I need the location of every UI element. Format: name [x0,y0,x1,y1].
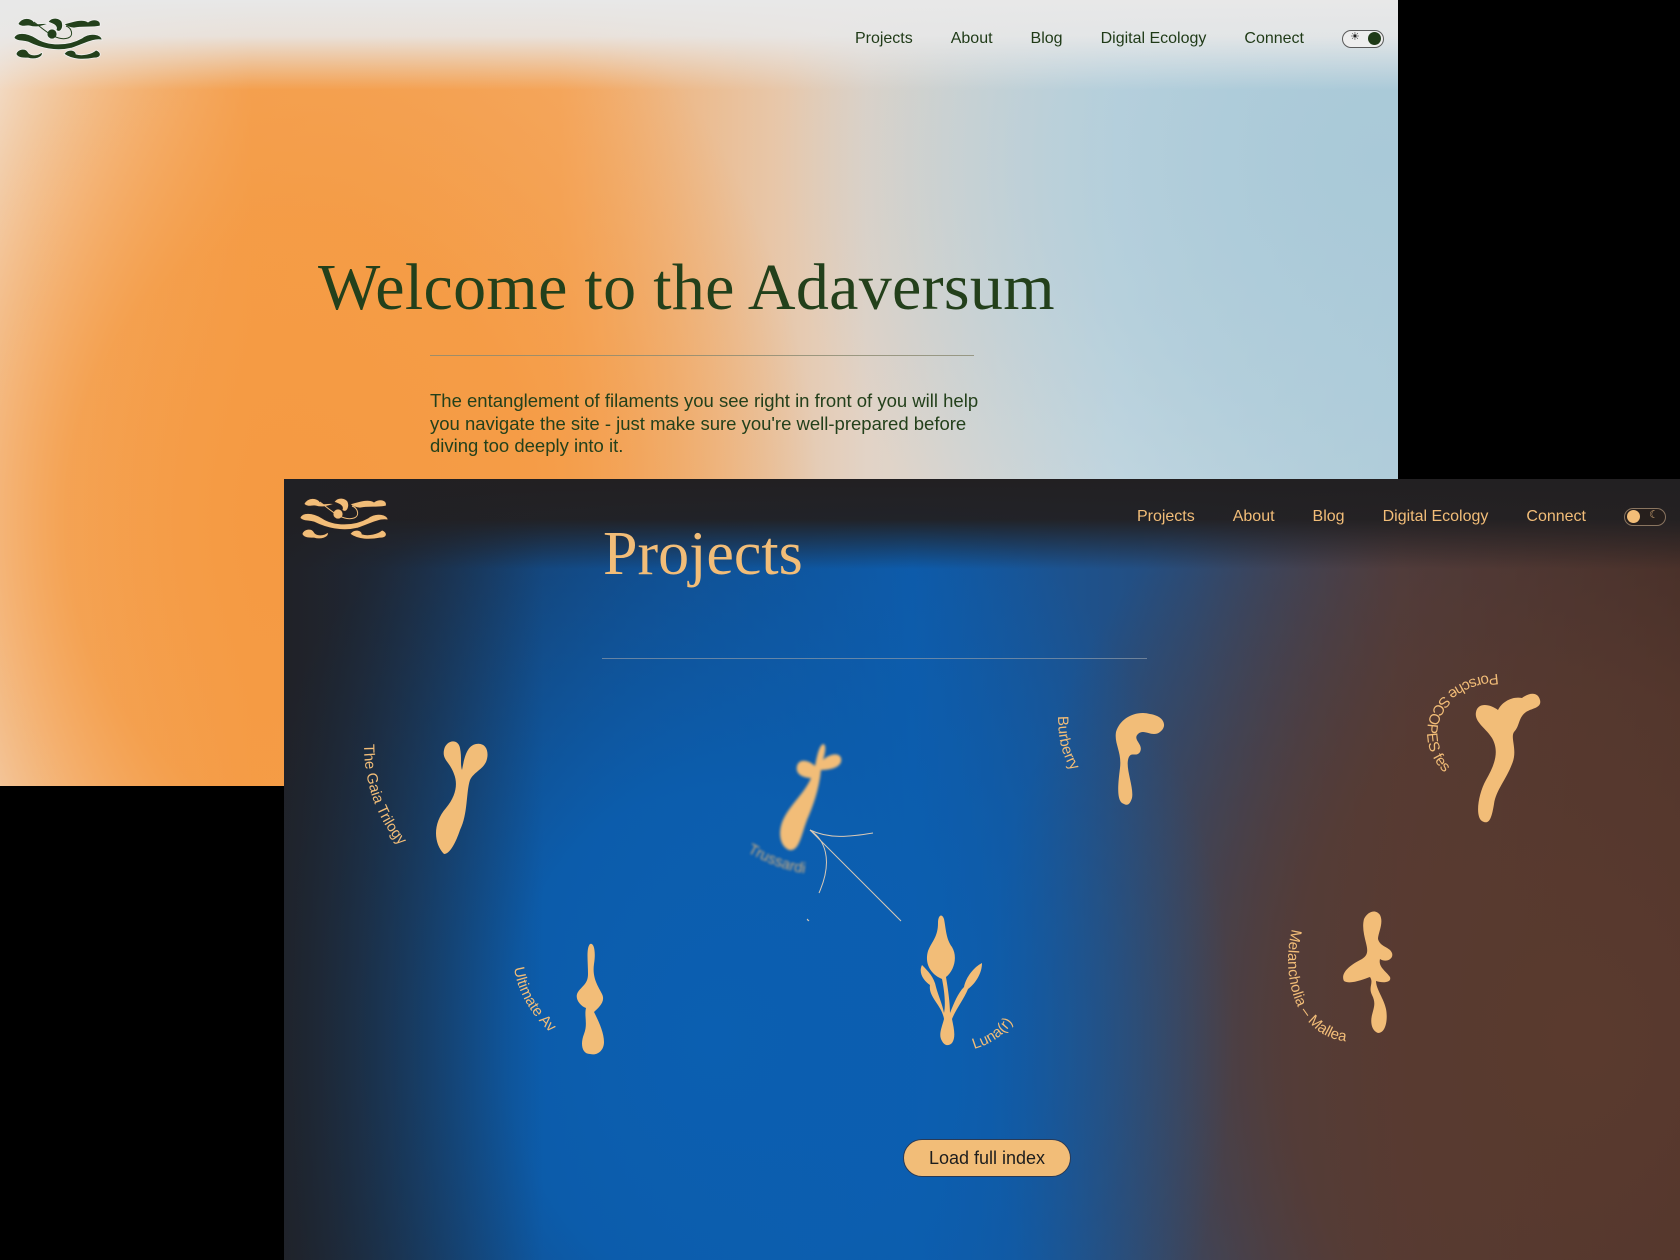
moon-icon: ☾ [1649,509,1659,521]
intro-paragraph: The entanglement of filaments you see ri… [430,390,979,456]
project-label: Melancholia – Malleable II [1250,886,1349,1045]
nav-about[interactable]: About [1233,508,1275,526]
nav-about[interactable]: About [951,30,993,48]
project-label: Ultimate Ave [490,921,560,1036]
nav-digital-ecology[interactable]: Digital Ecology [1101,30,1207,48]
porsche-scopes-icon [1475,693,1541,823]
project-lunar[interactable]: Luna(r) [894,909,1064,1079]
project-porsche-scopes[interactable]: Porsche SCOPES festival [1390,641,1594,854]
toggle-knob [1627,510,1640,523]
pointer-arrow-icon [806,918,810,922]
dark-theme-window: Projects About Blog Digital Ecology Conn… [284,479,1680,1260]
nav-blog[interactable]: Blog [1031,30,1063,48]
adaversum-logo[interactable] [12,12,104,62]
nav-connect[interactable]: Connect [1244,30,1304,48]
nav-digital-ecology[interactable]: Digital Ecology [1383,508,1489,526]
nav-connect[interactable]: Connect [1526,508,1586,526]
nav-projects[interactable]: Projects [1137,508,1195,526]
theme-toggle[interactable]: ☀ [1342,30,1384,48]
sun-icon: ☀ [1350,31,1360,43]
project-burberry[interactable]: Burberry [1044,704,1184,834]
burberry-icon [1115,712,1165,805]
main-nav: Projects About Blog Digital Ecology Conn… [1137,504,1680,530]
divider [430,355,974,356]
load-full-index-button[interactable]: Load full index [903,1139,1071,1177]
project-label: Luna(r) [970,1014,1016,1052]
melancholia-icon [1343,911,1393,1033]
project-melancholia[interactable]: Melancholia – Malleable II [1250,886,1454,1099]
lunar-icon [920,915,982,1046]
ultimate-ave-icon [576,943,604,1055]
nav-projects[interactable]: Projects [855,30,913,48]
nav-blog[interactable]: Blog [1313,508,1345,526]
theme-toggle[interactable]: ☾ [1624,508,1666,526]
toggle-knob [1368,32,1381,45]
project-ultimate-ave[interactable]: Ultimate Ave [490,921,644,1084]
project-label: Burberry [1054,716,1083,774]
page-title: Welcome to the Adaversum [318,251,1055,324]
main-nav: Projects About Blog Digital Ecology Conn… [855,26,1398,52]
